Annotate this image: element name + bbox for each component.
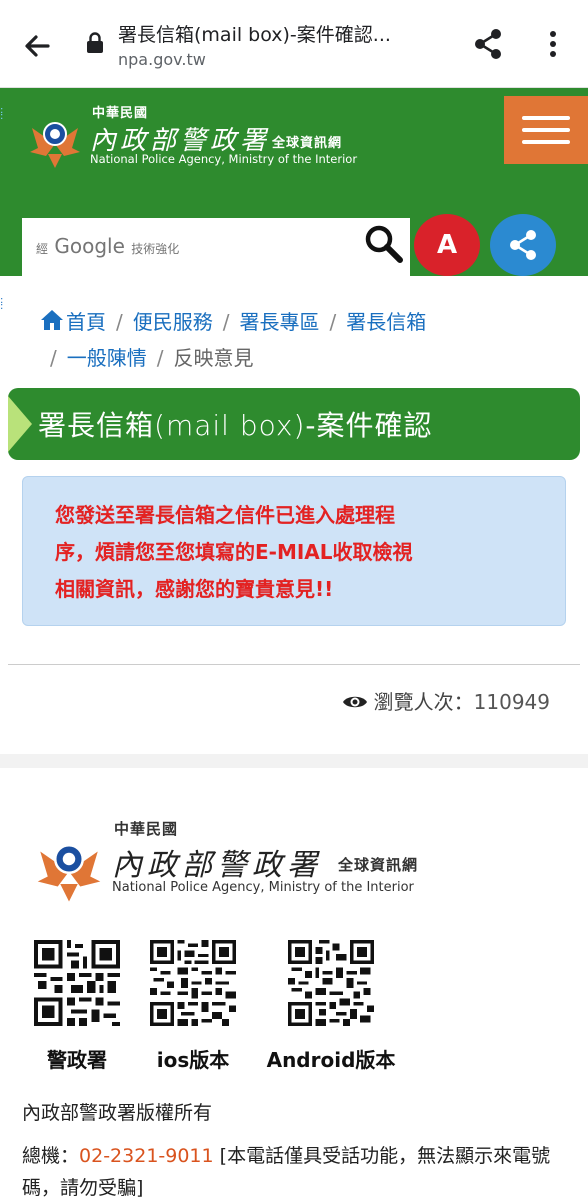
share-button[interactable] [490,214,556,276]
hamburger-menu-button[interactable] [504,96,588,164]
police-emblem-icon[interactable] [28,114,82,170]
divider [8,664,580,665]
breadcrumb-item[interactable]: 便民服務 [133,310,213,334]
footer-logo-site: 全球資訊網 [338,856,419,874]
browser-page-title[interactable]: 署長信箱(mail box)-案件確認... [118,20,448,47]
footer-logo-agency: 內政部警政署 [112,848,322,883]
footer-logo-country: 中華民國 [114,820,179,838]
decorative-dots: :: [0,295,4,312]
eye-icon [342,696,367,708]
footer-logo-english: National Police Agency, Ministry of the … [112,880,414,895]
copyright-text: 內政部警政署版權所有 [22,1102,213,1124]
logo-country-text: 中華民國 [92,106,149,121]
phone-info: 總機：02-2321-9011 [本電話僅具受話功能，無法顯示來電號碼，請勿受騙… [22,1145,551,1199]
breadcrumb-home[interactable]: 首頁 [40,310,106,334]
notice-box: 您發送至署長信箱之信件已進入處理程 序，煩請您至您填寫的E-MIAL收取檢視 相… [22,476,566,626]
breadcrumb-item[interactable]: 署長信箱 [346,310,426,334]
font-size-button[interactable]: A [414,214,480,276]
logo-site-text: 全球資訊網 [272,136,343,151]
decorative-dots: :: [0,105,4,122]
qr-code-npa[interactable] [34,940,120,1026]
footer: 中華民國 內政部警政署 全球資訊網 National Police Agency… [0,754,588,1200]
back-arrow-icon[interactable] [18,26,58,66]
qr-label-ios: ios版本 [156,1048,230,1072]
qr-code-ios[interactable] [150,940,236,1026]
view-counter: 瀏覽人次：110949 [342,686,550,715]
search-icon[interactable] [362,222,406,266]
search-placeholder: 經 Google 技術強化 [36,234,180,258]
qr-code-android[interactable] [288,940,374,1026]
browser-toolbar: 署長信箱(mail box)-案件確認... npa.gov.tw [0,0,588,88]
breadcrumb-item[interactable]: 署長專區 [240,310,320,334]
home-icon [41,310,63,330]
share-icon[interactable] [468,24,508,64]
qr-label-npa: 警政署 [47,1048,107,1072]
breadcrumb-item[interactable]: 一般陳情 [67,346,147,370]
lock-icon [86,32,104,54]
breadcrumb-current: 反映意見 [173,346,254,370]
browser-url[interactable]: npa.gov.tw [118,50,206,69]
phone-number-link[interactable]: 02-2321-9011 [79,1145,214,1167]
more-vert-icon[interactable] [538,24,568,64]
logo-english-text: National Police Agency, Ministry of the … [90,152,358,166]
notice-message: 您發送至署長信箱之信件已進入處理程 序，煩請您至您填寫的E-MIAL收取檢視 相… [55,503,413,601]
site-header: :: 中華民國 內政部警政署 全球資訊網 National Police Age… [0,88,588,276]
qr-label-android: Android版本 [266,1048,396,1072]
police-emblem-icon [34,834,104,904]
title-arrow-icon [8,392,36,456]
search-input[interactable]: 經 Google 技術強化 [22,218,410,276]
breadcrumb: 首頁 / 便民服務 / 署長專區 / 署長信箱 / 一般陳情 / 反映意見 [40,304,560,376]
page-title: 署長信箱(mail box)-案件確認 [38,409,433,442]
